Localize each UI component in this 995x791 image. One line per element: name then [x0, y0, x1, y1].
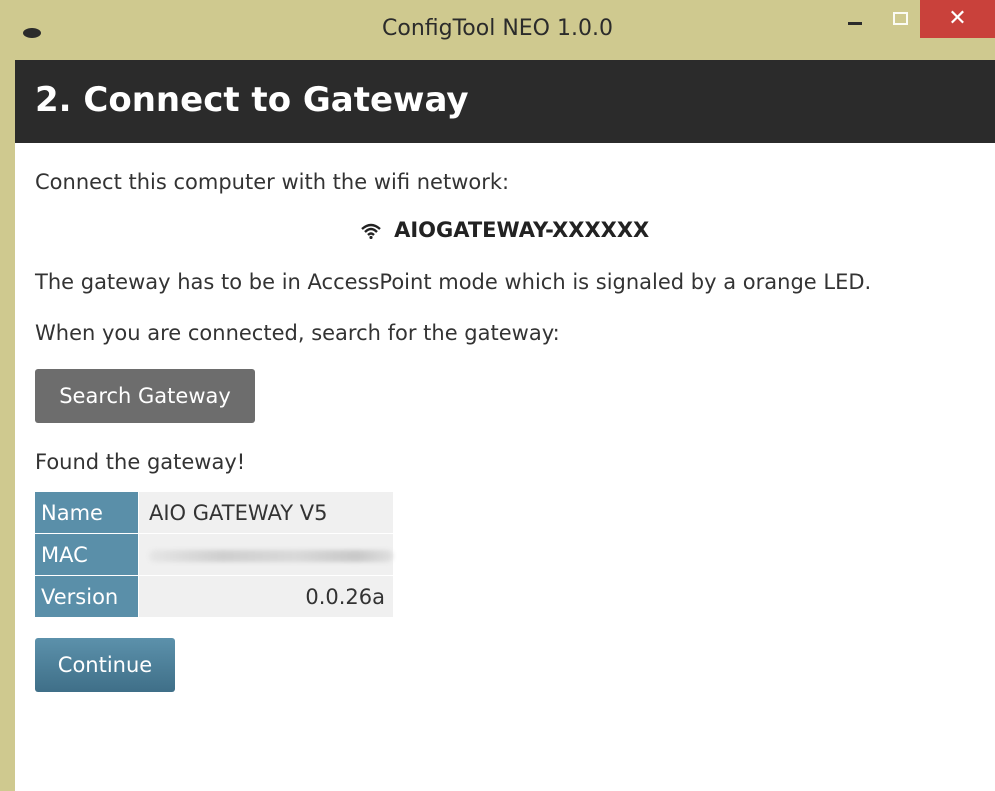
- table-row: MAC: [35, 534, 393, 576]
- name-label: Name: [35, 492, 138, 534]
- network-name: AIOGATEWAY-XXXXXX: [394, 218, 650, 242]
- accesspoint-note: The gateway has to be in AccessPoint mod…: [35, 270, 872, 294]
- mac-value: [138, 534, 393, 576]
- gateway-info-table: Name AIO GATEWAY V5 MAC Version 0.0.26a: [35, 492, 393, 618]
- content-area: 2. Connect to Gateway Connect this compu…: [15, 60, 995, 791]
- found-message: Found the gateway!: [35, 450, 246, 474]
- table-row: Version 0.0.26a: [35, 576, 393, 618]
- search-gateway-button[interactable]: Search Gateway: [35, 369, 255, 423]
- name-value: AIO GATEWAY V5: [138, 492, 393, 534]
- version-value: 0.0.26a: [138, 576, 393, 618]
- maximize-icon[interactable]: [882, 6, 916, 36]
- network-name-row: AIOGATEWAY-XXXXXX: [15, 218, 995, 242]
- blurred-mac: [149, 549, 393, 562]
- page-header: 2. Connect to Gateway: [15, 60, 995, 143]
- continue-button[interactable]: Continue: [35, 638, 175, 692]
- mac-label: MAC: [35, 534, 138, 576]
- app-window: ConfigTool NEO 1.0.0 ✕ 2. Connect to Gat…: [0, 0, 995, 791]
- minimize-icon[interactable]: [838, 6, 872, 36]
- version-label: Version: [35, 576, 138, 618]
- table-row: Name AIO GATEWAY V5: [35, 492, 393, 534]
- title-bar[interactable]: ConfigTool NEO 1.0.0 ✕: [0, 0, 995, 60]
- connect-instruction: Connect this computer with the wifi netw…: [35, 170, 510, 194]
- wifi-icon: [360, 218, 394, 242]
- close-icon[interactable]: ✕: [920, 0, 995, 38]
- search-instruction: When you are connected, search for the g…: [35, 321, 560, 345]
- page-title: 2. Connect to Gateway: [35, 80, 469, 120]
